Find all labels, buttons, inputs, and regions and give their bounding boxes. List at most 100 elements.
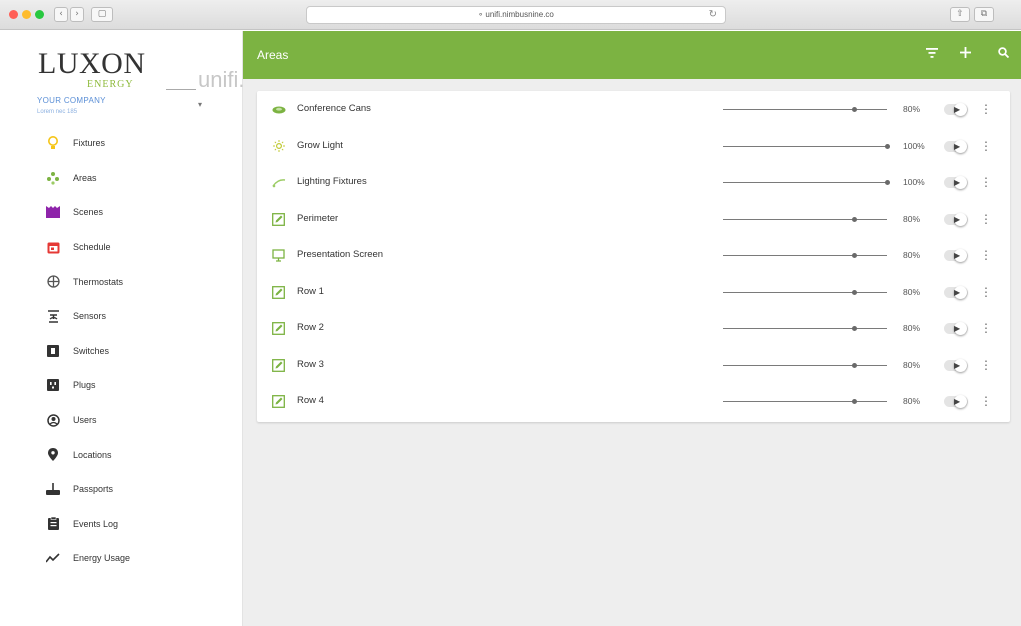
tabs-icon[interactable]: ⧉ <box>974 7 994 22</box>
edit-icon <box>271 285 286 300</box>
slider-thumb[interactable] <box>851 399 857 404</box>
more-options-icon[interactable]: ⋮ <box>980 138 992 154</box>
brightness-slider[interactable] <box>723 180 890 185</box>
page-header: Areas <box>243 31 1021 79</box>
area-row[interactable]: Row 4 80% ▶ ⋮ <box>257 383 1010 420</box>
sidebar-item-energy-usage[interactable]: Energy Usage <box>0 541 242 576</box>
edit-icon <box>271 358 286 373</box>
toggle-arrow-icon: ▶ <box>954 251 961 260</box>
plug-icon <box>46 378 60 392</box>
area-row[interactable]: Lighting Fixtures 100% ▶ ⋮ <box>257 164 1010 201</box>
sidebar-item-label: Schedule <box>73 242 111 253</box>
caret-down-icon[interactable]: ▾ <box>198 100 202 109</box>
toggle-arrow-icon: ▶ <box>954 214 961 224</box>
brightness-percent: 100% <box>903 177 925 187</box>
more-options-icon[interactable]: ⋮ <box>980 211 992 227</box>
sidebar-item-events-log[interactable]: Events Log <box>0 507 242 542</box>
area-row[interactable]: Presentation Screen 80% ▶ ⋮ <box>257 237 1010 274</box>
more-options-icon[interactable]: ⋮ <box>980 393 992 409</box>
sidebar-toggle-icon[interactable]: ▢ <box>91 7 113 22</box>
trend-icon <box>46 551 60 565</box>
share-icon[interactable]: ⇧ <box>950 7 970 22</box>
area-row[interactable]: Conference Cans 80% ▶ ⋮ <box>257 91 1010 128</box>
more-options-icon[interactable]: ⋮ <box>980 284 992 300</box>
sidebar-item-locations[interactable]: Locations <box>0 437 242 472</box>
power-toggle[interactable]: ▶ <box>944 139 968 153</box>
sidebar-item-users[interactable]: Users <box>0 403 242 438</box>
sidebar-item-passports[interactable]: Passports <box>0 472 242 507</box>
brightness-percent: 80% <box>903 359 921 370</box>
brightness-slider[interactable] <box>723 107 887 112</box>
areas-icon <box>46 171 60 185</box>
logo-main-text: LUXON <box>38 47 146 80</box>
brightness-slider[interactable] <box>723 399 887 404</box>
power-toggle[interactable]: ▶ <box>944 285 968 299</box>
area-name: Grow Light <box>297 139 343 151</box>
power-toggle[interactable]: ▶ <box>944 103 968 116</box>
sidebar-item-scenes[interactable]: Scenes <box>0 195 242 230</box>
brightness-percent: 80% <box>903 323 921 333</box>
brightness-slider[interactable] <box>723 326 887 331</box>
close-window-button[interactable] <box>9 10 18 19</box>
power-toggle[interactable]: ▶ <box>944 212 968 226</box>
sidebar-item-areas[interactable]: Areas <box>0 161 242 196</box>
company-selector[interactable]: YOUR COMPANY <box>37 96 106 105</box>
minimize-window-button[interactable] <box>22 10 31 19</box>
filter-icon[interactable] <box>923 45 941 63</box>
add-icon[interactable] <box>956 45 974 63</box>
user-icon <box>46 413 60 427</box>
area-row[interactable]: Row 2 80% ▶ ⋮ <box>257 310 1010 347</box>
page-title: Areas <box>257 48 289 62</box>
sidebar-item-schedule[interactable]: Schedule <box>0 230 242 265</box>
main-content: Conference Cans 80% ▶ ⋮ Grow Light 100% ▶ ⋮ Ligh… <box>243 79 1021 626</box>
power-toggle[interactable]: ▶ <box>944 249 968 262</box>
more-options-icon[interactable]: ⋮ <box>980 357 992 373</box>
slider-thumb[interactable] <box>851 253 857 258</box>
location-pin-icon <box>46 448 60 462</box>
sidebar-item-label: Thermostats <box>73 276 124 287</box>
slider-thumb[interactable] <box>851 107 857 112</box>
power-toggle[interactable]: ▶ <box>944 395 968 408</box>
sidebar-item-fixtures[interactable]: Fixtures <box>0 126 242 161</box>
power-toggle[interactable]: ▶ <box>944 358 968 372</box>
sidebar-item-label: Locations <box>73 449 112 460</box>
area-row[interactable]: Perimeter 80% ▶ ⋮ <box>257 201 1010 238</box>
power-toggle[interactable]: ▶ <box>944 176 968 189</box>
toggle-arrow-icon: ▶ <box>954 360 961 370</box>
slider-thumb[interactable] <box>884 180 890 185</box>
search-icon[interactable] <box>994 45 1012 63</box>
more-options-icon[interactable]: ⋮ <box>980 174 992 190</box>
brightness-percent: 80% <box>903 286 921 297</box>
calendar-icon <box>46 240 60 254</box>
slider-thumb[interactable] <box>884 143 890 149</box>
power-toggle[interactable]: ▶ <box>944 322 968 335</box>
sensor-icon <box>46 309 60 323</box>
sidebar-item-sensors[interactable]: Sensors <box>0 299 242 334</box>
area-row[interactable]: Grow Light 100% ▶ ⋮ <box>257 128 1010 165</box>
slider-thumb[interactable] <box>851 289 857 295</box>
area-row[interactable]: Row 3 80% ▶ ⋮ <box>257 347 1010 384</box>
toggle-arrow-icon: ▶ <box>954 287 961 297</box>
more-options-icon[interactable]: ⋮ <box>980 247 992 263</box>
zoom-window-button[interactable] <box>35 10 44 19</box>
more-options-icon[interactable]: ⋮ <box>980 320 992 336</box>
back-icon[interactable]: ‹ <box>54 7 68 22</box>
more-options-icon[interactable]: ⋮ <box>980 101 992 117</box>
sidebar-item-switches[interactable]: Switches <box>0 334 242 369</box>
brightness-slider[interactable] <box>723 289 887 295</box>
toggle-arrow-icon: ▶ <box>954 397 961 406</box>
slider-thumb[interactable] <box>851 326 857 331</box>
sidebar-item-thermostats[interactable]: Thermostats <box>0 264 242 299</box>
slider-thumb[interactable] <box>851 362 857 368</box>
address-bar[interactable]: ∘ unifi.nimbusnine.co ↻ <box>306 6 726 24</box>
brightness-slider[interactable] <box>723 216 887 222</box>
area-name: Row 1 <box>297 285 324 297</box>
brightness-slider[interactable] <box>723 143 890 149</box>
area-row[interactable]: Row 1 80% ▶ ⋮ <box>257 274 1010 311</box>
forward-icon[interactable]: › <box>70 7 84 22</box>
brightness-slider[interactable] <box>723 253 887 258</box>
reload-icon[interactable]: ↻ <box>709 7 717 23</box>
brightness-slider[interactable] <box>723 362 887 368</box>
slider-thumb[interactable] <box>851 216 857 222</box>
sidebar-item-plugs[interactable]: Plugs <box>0 368 242 403</box>
